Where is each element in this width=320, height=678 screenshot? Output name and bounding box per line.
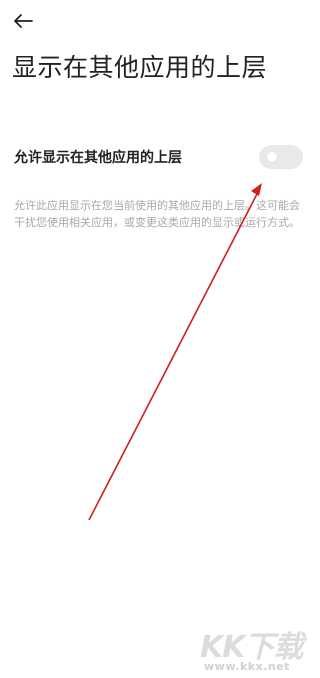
setting-label: 允许显示在其他应用的上层 [14, 150, 182, 166]
annotation-arrow [88, 183, 262, 521]
arrow-left-icon [14, 14, 33, 28]
setting-description: 允许此应用显示在您当前使用的其他应用的上层。这可能会干扰您使用相关应用，或变更这… [14, 199, 300, 229]
overlay-permission-row[interactable]: 允许显示在其他应用的上层 [0, 140, 320, 176]
watermark: KK下载 www.kkx.net [200, 622, 312, 676]
page-title: 显示在其他应用的上层 [12, 53, 268, 82]
back-button[interactable] [10, 8, 36, 34]
toggle-knob [267, 152, 277, 162]
watermark-url: www.kkx.net [204, 660, 290, 673]
overlay-permission-toggle[interactable] [259, 145, 303, 169]
